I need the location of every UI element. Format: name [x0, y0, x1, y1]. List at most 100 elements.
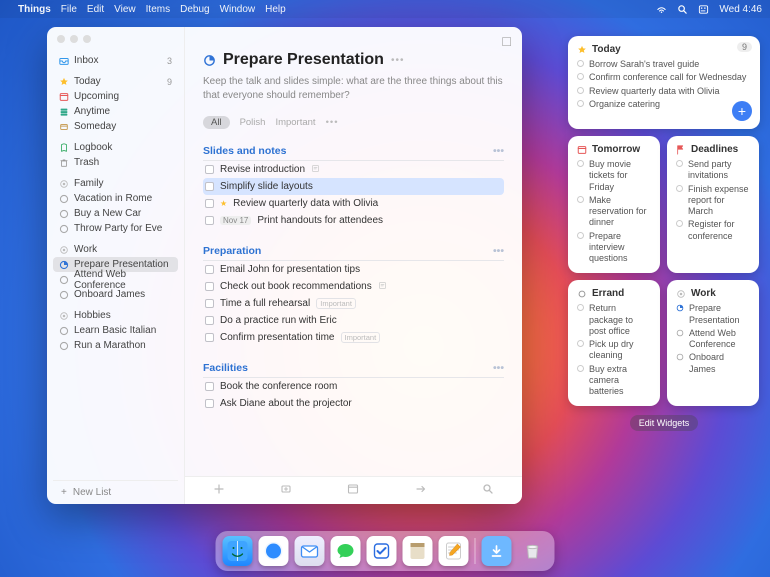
task-row[interactable]: ★Review quarterly data with Olivia — [203, 195, 504, 212]
checkbox[interactable] — [205, 316, 214, 325]
sidebar-project[interactable]: Learn Basic Italian — [53, 323, 178, 338]
sidebar-item-label: Onboard James — [74, 289, 145, 300]
task-row[interactable]: Simplify slide layouts — [203, 178, 504, 195]
widget-item: Confirm conference call for Wednesday — [577, 71, 751, 84]
checkbox[interactable] — [205, 199, 214, 208]
sidebar-upcoming[interactable]: Upcoming — [53, 89, 178, 104]
menu-file[interactable]: File — [61, 4, 77, 15]
project-icon — [59, 326, 69, 336]
trash-icon — [59, 158, 69, 168]
checkbox[interactable] — [205, 282, 214, 291]
when-button[interactable] — [347, 483, 359, 498]
checkbox[interactable] — [205, 382, 214, 391]
window-controls[interactable] — [57, 35, 91, 43]
checkbox[interactable] — [205, 165, 214, 174]
wifi-icon[interactable] — [656, 4, 667, 15]
widget-item: Finish expense report for March — [676, 183, 750, 219]
project-title[interactable]: Prepare Presentation — [223, 51, 384, 69]
sidebar-area-work[interactable]: Work — [53, 242, 178, 257]
sidebar-project[interactable]: Attend Web Conference — [53, 272, 178, 287]
widget-tomorrow[interactable]: Tomorrow Buy movie tickets for Friday Ma… — [568, 136, 660, 273]
task-row[interactable]: Email John for presentation tips — [203, 261, 504, 278]
dock-safari[interactable] — [259, 536, 289, 566]
widget-item: Register for conference — [676, 218, 750, 243]
new-list-button[interactable]: New List — [73, 487, 111, 498]
project-icon — [676, 353, 684, 361]
section-heading[interactable]: Slides and notes••• — [203, 143, 504, 161]
widgets-panel: Today 9 Borrow Sarah's travel guide Conf… — [568, 36, 760, 431]
menu-debug[interactable]: Debug — [180, 4, 209, 15]
project-menu-icon[interactable]: ••• — [391, 55, 405, 66]
task-row[interactable]: Nov 17Print handouts for attendees — [203, 212, 504, 229]
widget-work[interactable]: Work Prepare Presentation Attend Web Con… — [667, 280, 759, 406]
filter-tag[interactable]: Important — [275, 117, 315, 128]
filter-tag[interactable]: Polish — [240, 117, 266, 128]
widget-today[interactable]: Today 9 Borrow Sarah's travel guide Conf… — [568, 36, 760, 129]
sidebar-logbook[interactable]: Logbook — [53, 140, 178, 155]
checkbox[interactable] — [205, 399, 214, 408]
dock-app[interactable] — [439, 536, 469, 566]
task-title: Check out book recommendations — [220, 281, 372, 292]
sidebar-inbox[interactable]: Inbox3 — [53, 53, 178, 68]
sidebar-area-hobbies[interactable]: Hobbies — [53, 308, 178, 323]
new-heading-button[interactable] — [280, 483, 292, 498]
filter-more-icon[interactable]: ••• — [326, 117, 339, 128]
section-heading[interactable]: Facilities••• — [203, 360, 504, 378]
dock-app[interactable] — [403, 536, 433, 566]
sidebar-project[interactable]: Throw Party for Eve — [53, 221, 178, 236]
checkbox[interactable] — [205, 299, 214, 308]
checkbox[interactable] — [205, 265, 214, 274]
sidebar-project[interactable]: Buy a New Car — [53, 206, 178, 221]
add-button[interactable]: + — [732, 101, 752, 121]
menu-help[interactable]: Help — [265, 4, 286, 15]
book-icon — [59, 143, 69, 153]
section-menu-icon[interactable]: ••• — [493, 245, 504, 257]
section-heading[interactable]: Preparation••• — [203, 243, 504, 261]
task-row[interactable]: Do a practice run with Eric — [203, 312, 504, 329]
sidebar-today[interactable]: Today9 — [53, 74, 178, 89]
sidebar-anytime[interactable]: Anytime — [53, 104, 178, 119]
sidebar-trash[interactable]: Trash — [53, 155, 178, 170]
checkbox[interactable] — [205, 216, 214, 225]
dock-trash[interactable] — [518, 536, 548, 566]
task-row[interactable]: Revise introduction — [203, 161, 504, 178]
sidebar-project[interactable]: Vacation in Rome — [53, 191, 178, 206]
dock-finder[interactable] — [223, 536, 253, 566]
quick-entry-icon[interactable]: ☐ — [501, 35, 512, 49]
filter-all[interactable]: All — [203, 116, 230, 129]
menu-window[interactable]: Window — [220, 4, 256, 15]
spotlight-icon[interactable] — [677, 4, 688, 15]
task-row[interactable]: Book the conference room — [203, 378, 504, 395]
move-button[interactable] — [415, 483, 427, 498]
clock[interactable]: Wed 4:46 — [719, 4, 762, 15]
sidebar-item-label: Work — [74, 244, 97, 255]
task-row[interactable]: Time a full rehearsalImportant — [203, 295, 504, 312]
task-row[interactable]: Ask Diane about the projector — [203, 395, 504, 412]
dock-things[interactable] — [367, 536, 397, 566]
project-icon — [59, 224, 69, 234]
edit-widgets-button[interactable]: Edit Widgets — [630, 415, 699, 431]
project-notes[interactable]: Keep the talk and slides simple: what ar… — [203, 75, 504, 102]
menu-edit[interactable]: Edit — [87, 4, 104, 15]
project-icon — [676, 304, 684, 312]
control-center-icon[interactable] — [698, 4, 709, 15]
widget-errand[interactable]: Errand Return package to post office Pic… — [568, 280, 660, 406]
task-row[interactable]: Confirm presentation timeImportant — [203, 329, 504, 346]
search-button[interactable] — [482, 483, 494, 498]
section-menu-icon[interactable]: ••• — [493, 145, 504, 157]
menu-items[interactable]: Items — [146, 4, 170, 15]
sidebar-project[interactable]: Run a Marathon — [53, 338, 178, 353]
checkbox[interactable] — [205, 182, 214, 191]
dock-messages[interactable] — [331, 536, 361, 566]
checkbox[interactable] — [205, 333, 214, 342]
dock-mail[interactable] — [295, 536, 325, 566]
new-todo-button[interactable] — [213, 483, 225, 498]
menu-view[interactable]: View — [114, 4, 136, 15]
sidebar-someday[interactable]: Someday — [53, 119, 178, 134]
sidebar-area-family[interactable]: Family — [53, 176, 178, 191]
task-row[interactable]: Check out book recommendations — [203, 278, 504, 295]
section-menu-icon[interactable]: ••• — [493, 362, 504, 374]
widget-deadlines[interactable]: Deadlines Send party invitations Finish … — [667, 136, 759, 273]
app-name[interactable]: Things — [18, 4, 51, 15]
dock-downloads[interactable] — [482, 536, 512, 566]
